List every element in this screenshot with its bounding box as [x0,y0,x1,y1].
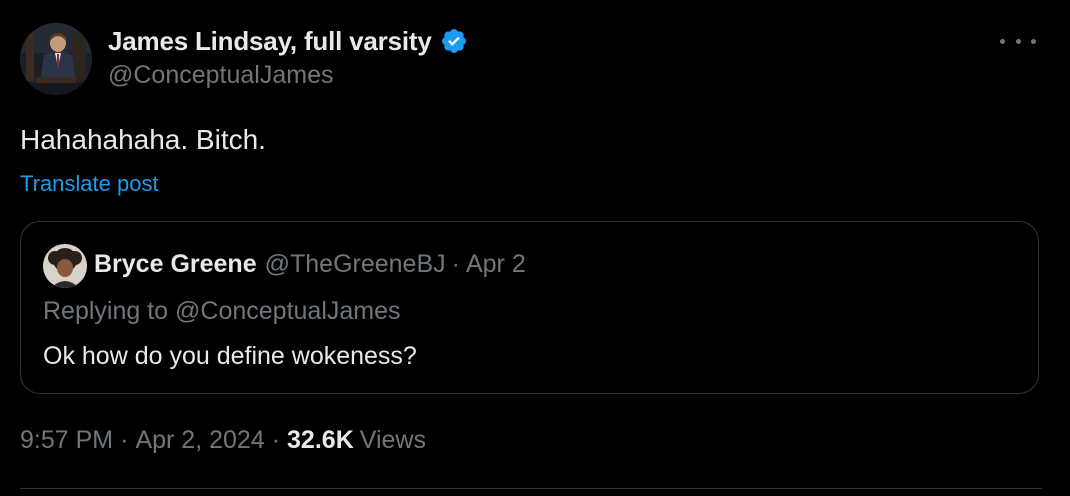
tweet: James Lindsay, full varsity @ConceptualJ… [0,0,1070,496]
divider [20,488,1042,489]
more-dot [1031,38,1036,44]
more-dot [1015,38,1021,44]
tweet-meta: 9:57 PM · Apr 2, 2024 · 32.6K Views [20,426,426,455]
translate-post-link[interactable]: Translate post [20,171,159,197]
more-dot [1000,38,1005,44]
quoted-date[interactable]: Apr 2 [466,250,526,279]
quoted-author-avatar[interactable] [43,244,87,288]
views-count[interactable]: 32.6K [287,426,354,455]
quoted-replying-to: Replying to @ConceptualJames [43,297,401,325]
more-horizontal-icon[interactable] [1000,30,1036,52]
quoted-header: Bryce Greene @TheGreeneBJ · Apr 2 [94,250,526,279]
quoted-text: Ok how do you define wokeness? [43,342,417,370]
quoted-handle[interactable]: @TheGreeneBJ [265,250,446,279]
meta-separator: · [120,426,129,454]
author-avatar[interactable] [20,23,92,95]
meta-separator: · [271,426,281,454]
tweet-text: Hahahahaha. Bitch. [20,124,266,155]
quoted-tweet-card[interactable]: Bryce Greene @TheGreeneBJ · Apr 2 Replyi… [20,221,1039,394]
author-name-row: James Lindsay, full varsity [108,24,468,58]
quoted-separator: · [451,250,460,278]
verified-badge-icon[interactable] [440,27,468,55]
author-handle[interactable]: @ConceptualJames [108,61,334,90]
quoted-display-name[interactable]: Bryce Greene [94,250,257,279]
views-label: Views [359,426,426,454]
tweet-date[interactable]: Apr 2, 2024 [135,426,264,455]
author-display-name[interactable]: James Lindsay, full varsity [108,26,432,57]
tweet-time[interactable]: 9:57 PM [20,426,113,455]
